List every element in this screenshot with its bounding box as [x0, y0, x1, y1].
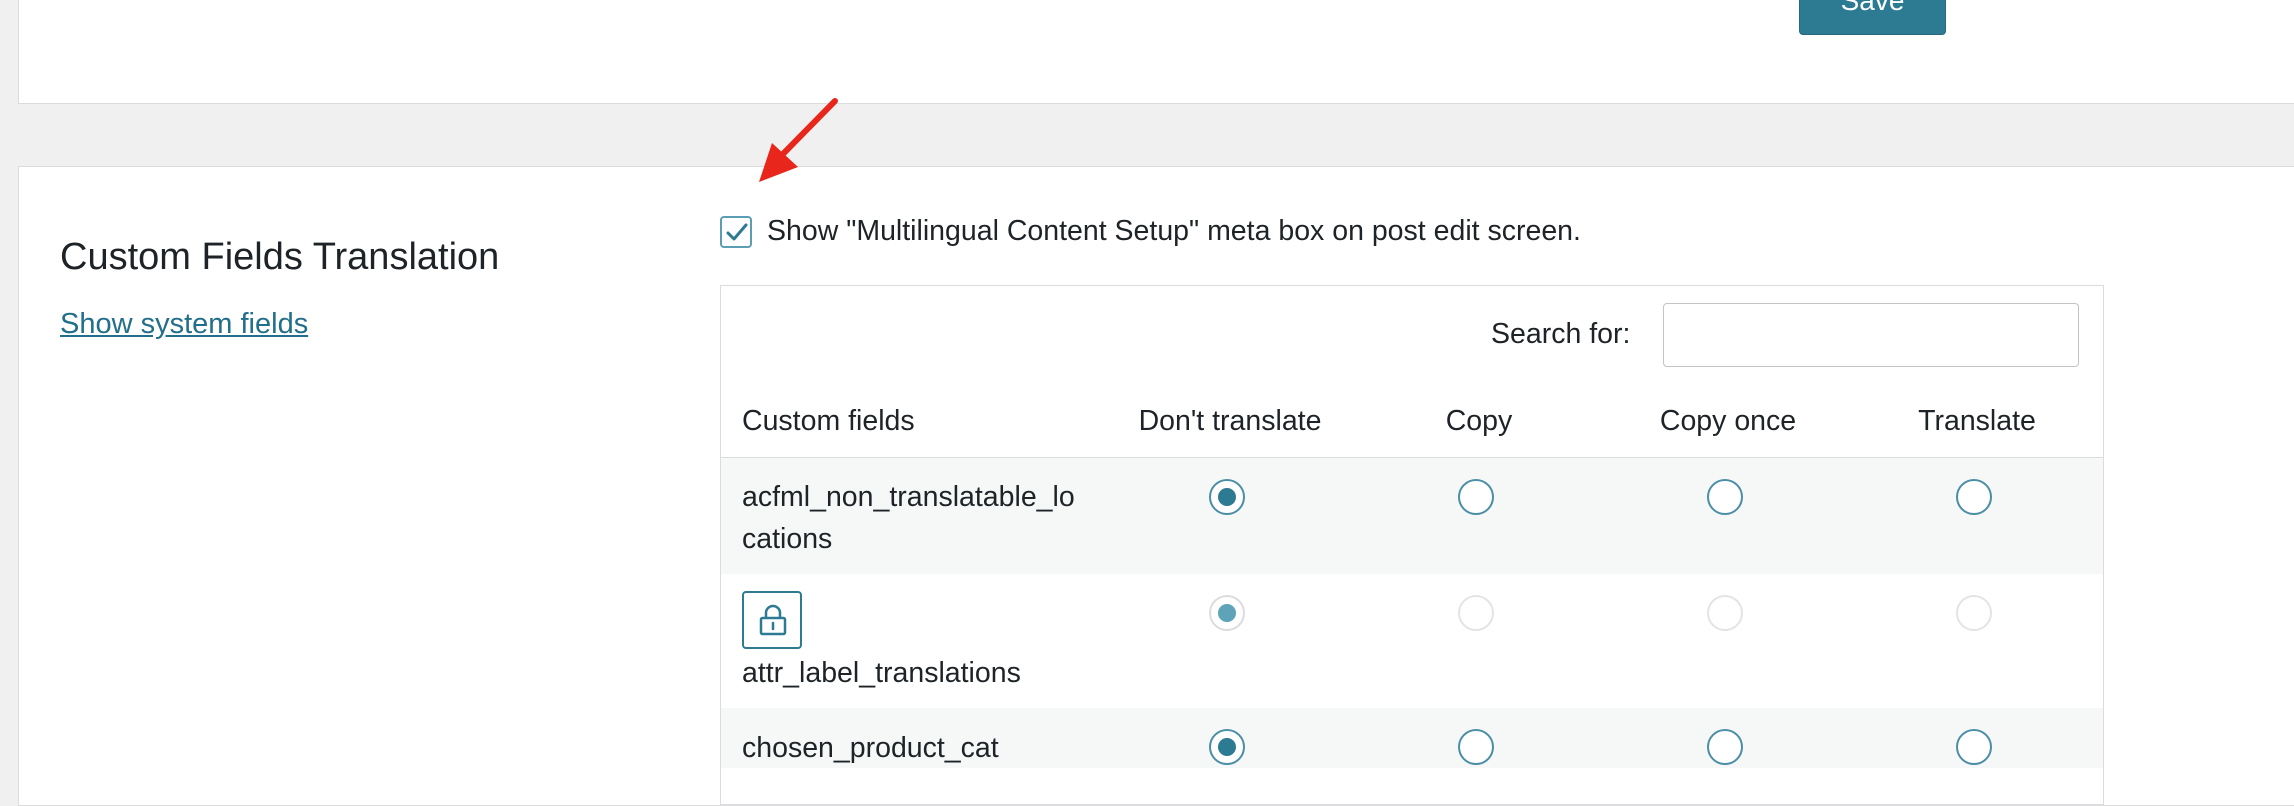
- radio-translate[interactable]: [1956, 479, 1992, 515]
- radio-copy: [1458, 595, 1494, 631]
- column-header-copy-once: Copy once: [1659, 405, 1797, 437]
- column-header-translate: Translate: [1918, 405, 2036, 437]
- column-header-dont-translate: Don't translate: [1138, 405, 1322, 437]
- unlock-button[interactable]: [742, 591, 802, 649]
- checkmark-icon: [726, 223, 748, 241]
- radio-copy-once[interactable]: [1707, 479, 1743, 515]
- radio-copy[interactable]: [1458, 729, 1494, 765]
- radio-copy-once[interactable]: [1707, 729, 1743, 765]
- radio-translate: [1956, 595, 1992, 631]
- lock-icon: [759, 604, 787, 636]
- field-name: chosen_product_cat: [742, 732, 999, 764]
- top-settings-panel: [18, 0, 2294, 104]
- field-name: acfml_non_translatable_lo: [742, 481, 1075, 513]
- red-arrow-annotation: [759, 98, 838, 182]
- radio-translate[interactable]: [1956, 729, 1992, 765]
- column-header-custom-fields: Custom fields: [742, 405, 915, 437]
- radio-dont-translate: [1209, 595, 1245, 631]
- search-input[interactable]: [1663, 303, 2079, 367]
- radio-dont-translate[interactable]: [1209, 729, 1245, 765]
- section-title: Custom Fields Translation: [60, 236, 500, 278]
- meta-box-checkbox[interactable]: [720, 216, 752, 248]
- field-name: attr_label_translations: [742, 657, 1021, 689]
- show-system-fields-link[interactable]: Show system fields: [60, 308, 308, 341]
- radio-copy-once: [1707, 595, 1743, 631]
- meta-box-label: Show "Multilingual Content Setup" meta b…: [767, 215, 1581, 247]
- radio-copy[interactable]: [1458, 479, 1494, 515]
- radio-dont-translate[interactable]: [1209, 479, 1245, 515]
- field-name-continued: cations: [742, 523, 833, 555]
- save-button[interactable]: Save: [1799, 0, 1946, 35]
- search-label: Search for:: [1491, 318, 1631, 350]
- column-header-copy: Copy: [1445, 405, 1513, 437]
